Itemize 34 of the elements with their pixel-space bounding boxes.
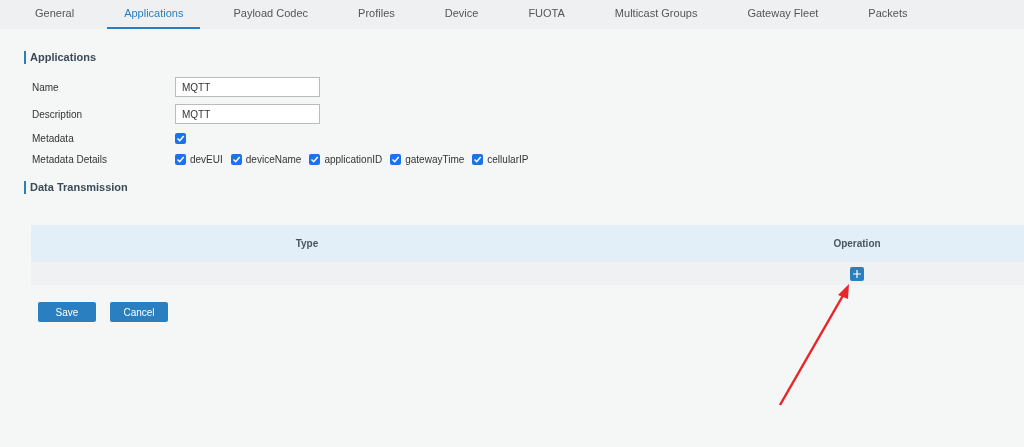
tab[interactable]: FUOTA (511, 0, 582, 29)
cancel-button[interactable]: Cancel (110, 302, 168, 322)
column-header: Operation (833, 237, 881, 251)
section-heading: Data Transmission (30, 180, 128, 196)
field-label: Description (32, 107, 84, 122)
save-button[interactable]: Save (38, 302, 96, 322)
tab[interactable]: Profiles (341, 0, 412, 29)
tab[interactable]: Payload Codec (216, 0, 326, 29)
checkbox-label: applicationID (324, 152, 383, 167)
checkbox[interactable] (390, 153, 402, 165)
checkbox-label: devEUI (190, 152, 223, 167)
checkbox[interactable] (472, 153, 484, 165)
checkbox[interactable] (175, 153, 186, 165)
tab[interactable]: Gateway Fleet (730, 0, 836, 29)
tab[interactable]: Multicast Groups (597, 0, 715, 29)
checkbox[interactable] (175, 132, 186, 144)
checkbox-label: deviceName (245, 152, 302, 167)
field-label: Name (32, 80, 60, 95)
plus-icon (852, 268, 862, 279)
tab[interactable]: Applications (107, 0, 201, 29)
checkbox[interactable] (309, 153, 321, 165)
field-label: Metadata (32, 131, 75, 146)
add-button[interactable] (850, 266, 864, 281)
tab[interactable]: General (18, 0, 92, 29)
checkbox-label: gatewayTime (405, 152, 465, 167)
checkbox-label: cellularIP (487, 152, 529, 167)
field-label: Metadata Details (32, 152, 109, 167)
description-field[interactable]: MQTT (175, 104, 320, 124)
name-field[interactable]: MQTT (175, 77, 320, 97)
checkbox[interactable] (230, 153, 242, 165)
tab[interactable]: Device (427, 0, 496, 29)
section-heading: Applications (30, 50, 96, 66)
tab[interactable]: Packets (851, 0, 925, 29)
column-header: Type (295, 237, 319, 251)
